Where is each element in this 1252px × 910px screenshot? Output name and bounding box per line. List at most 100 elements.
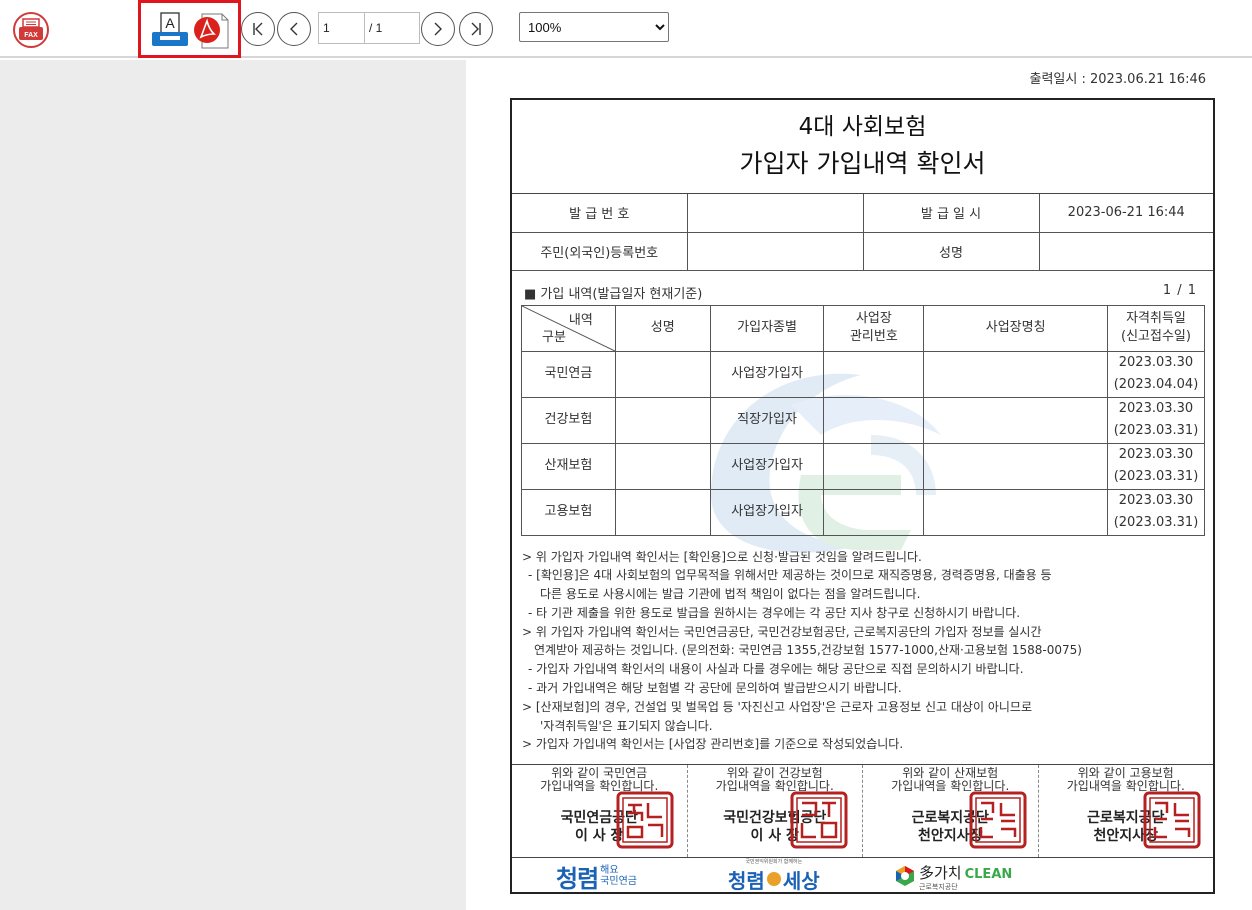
stamp-text: 위와 같이 고용보험 bbox=[1077, 766, 1174, 780]
footer-logos: 청렴 해요 국민연금 국민권익위원회가 함께하는 청렴 세상 多가치 CLEAN… bbox=[512, 858, 1213, 893]
col-header-biz-name: 사업장명칭 bbox=[923, 304, 1108, 352]
logo-text: 청렴 bbox=[728, 868, 765, 893]
name-label: 성명 bbox=[862, 231, 1040, 271]
row-type: 국민연금 bbox=[521, 350, 616, 398]
row-biz-name bbox=[923, 442, 1108, 490]
logo-text: 多가치 bbox=[919, 863, 962, 882]
note-line: > 가입자 가입내역 확인서는 [사업장 관리번호]를 기준으로 작성되었습니다… bbox=[522, 737, 904, 752]
note-line: - 가입자 가입내역 확인서의 내용이 사실과 다를 경우에는 해당 공단으로 … bbox=[528, 662, 1024, 677]
diag-header-cell: 내역 구분 bbox=[521, 304, 616, 352]
col-header-name: 성명 bbox=[614, 304, 711, 352]
col-header-kind: 가입자종별 bbox=[709, 304, 825, 352]
logo-text: 근로복지공단 bbox=[919, 882, 958, 891]
last-page-button[interactable] bbox=[459, 12, 493, 46]
viewer-toolbar: FAX A / 1 bbox=[0, 0, 1252, 58]
row-biz-no bbox=[823, 488, 925, 536]
title-line2: 가입자 가입내역 확인서 bbox=[739, 149, 986, 178]
row-biz-name bbox=[923, 350, 1108, 398]
diag-top-label: 내역 bbox=[568, 312, 593, 328]
stamp-text: 위와 같이 건강보험 bbox=[726, 766, 823, 780]
print-date: 출력일시 : 2023.06.21 16:46 bbox=[1029, 72, 1206, 87]
row-biz-no bbox=[823, 396, 925, 444]
section-page: 1 / 1 bbox=[1162, 282, 1197, 298]
issue-date-label: 발 급 일 시 bbox=[862, 194, 1040, 233]
logo-circle-icon bbox=[766, 872, 781, 886]
stamp-row: 위와 같이 국민연금 가입내역을 확인합니다. 국민연금공단 이 사 장 위와 같… bbox=[512, 764, 1213, 858]
printer-icon: A bbox=[152, 12, 188, 46]
info-table: 발 급 번 호 발 급 일 시 2023-06-21 16:44 주민(외국인)… bbox=[512, 194, 1213, 271]
table-row: 산재보험 사업장가입자 2023.03.30 (2023.03.31) bbox=[521, 442, 1206, 490]
document-page: 4대 사회보험 가입자 가입내역 확인서 발 급 번 호 발 급 일 시 202… bbox=[510, 98, 1215, 894]
section-title: ■ 가입 내역(발급일자 현재기준) bbox=[524, 286, 703, 302]
enrollment-table: 내역 구분 성명 가입자종별 사업장 관리번호 사업장명칭 자격취득일 (신고접… bbox=[521, 304, 1206, 536]
next-page-button[interactable] bbox=[421, 12, 455, 46]
pdf-button[interactable] bbox=[193, 10, 231, 50]
row-biz-name bbox=[923, 396, 1108, 444]
logo-text: 청렴 bbox=[556, 864, 599, 893]
row-name bbox=[614, 350, 711, 398]
table-row: 건강보험 직장가입자 2023.03.30 (2023.03.31) bbox=[521, 396, 1206, 444]
page-number-input[interactable] bbox=[319, 13, 365, 43]
row-date: 2023.03.30 (2023.04.04) bbox=[1106, 350, 1206, 398]
row-type: 고용보험 bbox=[521, 488, 616, 536]
first-page-button[interactable] bbox=[241, 12, 275, 46]
logo-text: 국민연금 bbox=[600, 876, 637, 887]
logo-pension-integrity: 청렴 해요 국민연금 bbox=[556, 858, 637, 893]
fax-icon: FAX bbox=[19, 18, 43, 40]
clean-emblem-icon bbox=[896, 866, 914, 886]
note-line: 다른 용도로 사용시에는 발급 기관에 법적 책임이 없다는 점을 알려드립니다… bbox=[540, 587, 921, 602]
col-header-date: 자격취득일 (신고접수일) bbox=[1106, 304, 1206, 352]
logo-text: 해요 bbox=[600, 865, 619, 876]
row-name bbox=[614, 396, 711, 444]
stamp-cell-health: 위와 같이 건강보험 가입내역을 확인합니다. 국민건강보험공단 이 사 장 bbox=[688, 765, 863, 857]
row-kind: 직장가입자 bbox=[709, 396, 825, 444]
row-date: 2023.03.30 (2023.03.31) bbox=[1106, 488, 1206, 536]
svg-text:FAX: FAX bbox=[24, 32, 38, 39]
row-biz-no bbox=[823, 442, 925, 490]
reg-no-label: 주민(외국인)등록번호 bbox=[512, 231, 688, 271]
row-biz-no bbox=[823, 350, 925, 398]
row-type: 건강보험 bbox=[521, 396, 616, 444]
seal-icon bbox=[1143, 791, 1200, 849]
row-kind: 사업장가입자 bbox=[709, 442, 825, 490]
page-indicator: / 1 bbox=[318, 12, 420, 44]
logo-integrity-world: 국민권익위원회가 함께하는 청렴 세상 bbox=[728, 858, 820, 893]
print-button[interactable]: A bbox=[150, 10, 190, 50]
seal-icon bbox=[969, 791, 1027, 849]
row-kind: 사업장가입자 bbox=[709, 488, 825, 536]
document-view: 출력일시 : 2023.06.21 16:46 4대 사회보험 가입자 가입내역… bbox=[466, 60, 1252, 910]
stamp-cell-employment: 위와 같이 고용보험 가입내역을 확인합니다. 근로복지공단 천안지사장 bbox=[1039, 765, 1214, 857]
row-date: 2023.03.30 (2023.03.31) bbox=[1106, 396, 1206, 444]
title-line1: 4대 사회보험 bbox=[798, 114, 927, 140]
prev-page-button[interactable] bbox=[277, 12, 311, 46]
left-panel bbox=[0, 60, 466, 910]
zoom-select[interactable]: 100% bbox=[519, 12, 669, 42]
seal-icon bbox=[616, 791, 674, 849]
note-line: '자격취득일'은 표기되지 않습니다. bbox=[540, 718, 713, 733]
fax-button[interactable]: FAX bbox=[13, 12, 49, 48]
row-date: 2023.03.30 (2023.03.31) bbox=[1106, 442, 1206, 490]
doc-title: 4대 사회보험 가입자 가입내역 확인서 bbox=[512, 100, 1213, 194]
note-line: 연계받아 제공하는 것입니다. (문의전화: 국민연금 1355,건강보험 15… bbox=[534, 643, 1082, 658]
stamp-text: 위와 같이 산재보험 bbox=[902, 766, 999, 780]
note-line: - 타 기관 제출을 위한 용도로 발급을 원하시는 경우에는 각 공단 지사 … bbox=[528, 605, 1021, 620]
page-total-label: / 1 bbox=[369, 21, 383, 35]
seal-icon bbox=[790, 791, 847, 849]
section-header: ■ 가입 내역(발급일자 현재기준) 1 / 1 bbox=[512, 271, 1213, 305]
chevron-left-icon bbox=[290, 22, 298, 36]
row-type: 산재보험 bbox=[521, 442, 616, 490]
last-page-icon bbox=[471, 22, 481, 36]
name-value bbox=[1038, 231, 1213, 271]
table-row: 고용보험 사업장가입자 2023.03.30 (2023.03.31) bbox=[521, 488, 1206, 536]
issue-date-value: 2023-06-21 16:44 bbox=[1038, 194, 1213, 233]
issue-no-value bbox=[686, 194, 864, 233]
diag-bottom-label: 구분 bbox=[542, 329, 566, 345]
logo-text: 세상 bbox=[782, 868, 820, 893]
logo-text: CLEAN bbox=[964, 866, 1013, 882]
reg-no-value bbox=[686, 231, 864, 271]
row-kind: 사업장가입자 bbox=[709, 350, 825, 398]
print-a-glyph: A bbox=[165, 15, 175, 31]
table-row: 국민연금 사업장가입자 2023.03.30 (2023.04.04) bbox=[521, 350, 1206, 398]
note-line: > [산재보험]의 경우, 건설업 및 벌목업 등 '자진신고 사업장'은 근로… bbox=[522, 699, 1032, 714]
first-page-icon bbox=[253, 22, 263, 36]
